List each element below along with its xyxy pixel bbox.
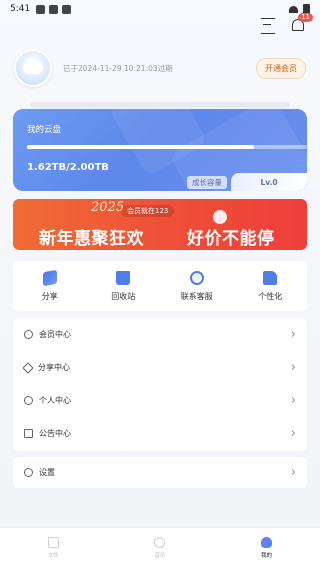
promo-year: 2025 — [91, 200, 125, 215]
menu-item-vip-center[interactable]: 会员中心 › — [13, 318, 307, 351]
nav-label: 文件 — [47, 553, 59, 559]
chevron-right-icon: › — [290, 465, 296, 480]
avatar[interactable] — [14, 49, 52, 87]
storage-progress-bar — [27, 145, 307, 149]
promo-headline-left: 新年惠聚狂欢 — [39, 229, 144, 249]
service-icon — [189, 270, 204, 285]
quick-action-label: 个性化 — [258, 291, 283, 301]
notification-badge: 11 — [298, 13, 313, 22]
promo-decoration — [213, 210, 227, 224]
settings-icon — [24, 468, 33, 477]
folder-icon — [47, 537, 59, 548]
music-icon — [154, 537, 166, 548]
promo-headline-right: 好价不能停 — [187, 229, 275, 249]
menu-item-notice-center[interactable]: 公告中心 › — [13, 417, 307, 450]
menu-item-share-center[interactable]: 分享中心 › — [13, 351, 307, 384]
quick-action-label: 分享 — [41, 291, 58, 301]
menu-list: 会员中心 › 分享中心 › 个人中心 › 公告中心 › — [13, 318, 307, 451]
promo-subtitle: 会员就在123 — [121, 205, 175, 217]
settings-label: 设置 — [39, 468, 55, 477]
user-icon — [24, 396, 33, 405]
cloud-storage-card[interactable]: 我的云盘 1.62TB/2.00TB 成长容量 Lv.0 — [13, 109, 307, 191]
profile-divider — [30, 102, 290, 108]
menu-item-personal-center[interactable]: 个人中心 › — [13, 384, 307, 417]
quick-actions: 分享 回收站 联系客服 个性化 — [13, 261, 307, 311]
menu-item-label: 会员中心 — [39, 330, 71, 339]
level-box[interactable]: Lv.0 — [231, 173, 307, 191]
status-time: 5:41 — [10, 4, 31, 14]
quick-action-label: 联系客服 — [180, 291, 213, 301]
menu-item-label: 分享中心 — [38, 363, 70, 372]
menu-item-label: 个人中心 — [39, 396, 71, 405]
me-icon — [261, 537, 273, 548]
bell-icon[interactable]: 11 — [290, 13, 313, 32]
nav-music[interactable]: 音乐 — [130, 537, 190, 559]
quick-action-recycle[interactable]: 回收站 — [93, 270, 153, 302]
chevron-right-icon: › — [290, 393, 296, 408]
mail-icon — [36, 4, 46, 14]
chevron-right-icon: › — [290, 426, 296, 441]
share-icon — [42, 269, 57, 286]
nav-me[interactable]: 我的 — [237, 537, 297, 559]
wifi-icon — [289, 5, 298, 13]
quick-action-label: 回收站 — [111, 291, 136, 301]
open-vip-button[interactable]: 开通会员 — [256, 57, 306, 79]
scan-icon[interactable] — [260, 18, 276, 34]
growth-capacity-label[interactable]: 成长容量 — [187, 176, 227, 189]
level-value: Lv.0 — [260, 177, 278, 187]
header-actions: 11 — [260, 13, 313, 34]
chevron-right-icon: › — [290, 327, 296, 342]
share-icon — [22, 361, 34, 374]
nav-files[interactable]: 文件 — [23, 537, 83, 559]
trash-icon — [116, 270, 131, 285]
quick-action-personalize[interactable]: 个性化 — [240, 270, 300, 302]
promo-banner[interactable]: 2025 会员就在123 新年惠聚狂欢 好价不能停 — [13, 199, 307, 250]
shield-icon — [62, 4, 72, 14]
vip-icon — [24, 330, 33, 339]
personal-icon — [263, 270, 278, 285]
cloud-icon — [23, 57, 43, 74]
chevron-right-icon: › — [290, 360, 296, 375]
quick-action-service[interactable]: 联系客服 — [167, 270, 227, 302]
bottom-nav: 文件 音乐 我的 — [0, 528, 320, 568]
card-title: 我的云盘 — [27, 125, 62, 135]
menu-item-label: 公告中心 — [39, 429, 71, 438]
status-bar: 5:41 — [0, 0, 320, 18]
storage-usage: 1.62TB/2.00TB — [27, 162, 109, 173]
notice-icon — [24, 429, 33, 438]
profile-row: 已于2024-11-29 10:21:03过期 开通会员 — [14, 48, 306, 88]
a-icon — [49, 4, 59, 14]
nav-label: 音乐 — [154, 553, 166, 559]
membership-expire-text: 已于2024-11-29 10:21:03过期 — [63, 63, 173, 73]
nav-label: 我的 — [261, 553, 273, 559]
quick-action-share[interactable]: 分享 — [20, 269, 80, 302]
settings-row[interactable]: 设置 › — [13, 457, 307, 488]
storage-progress-fill — [27, 145, 254, 149]
